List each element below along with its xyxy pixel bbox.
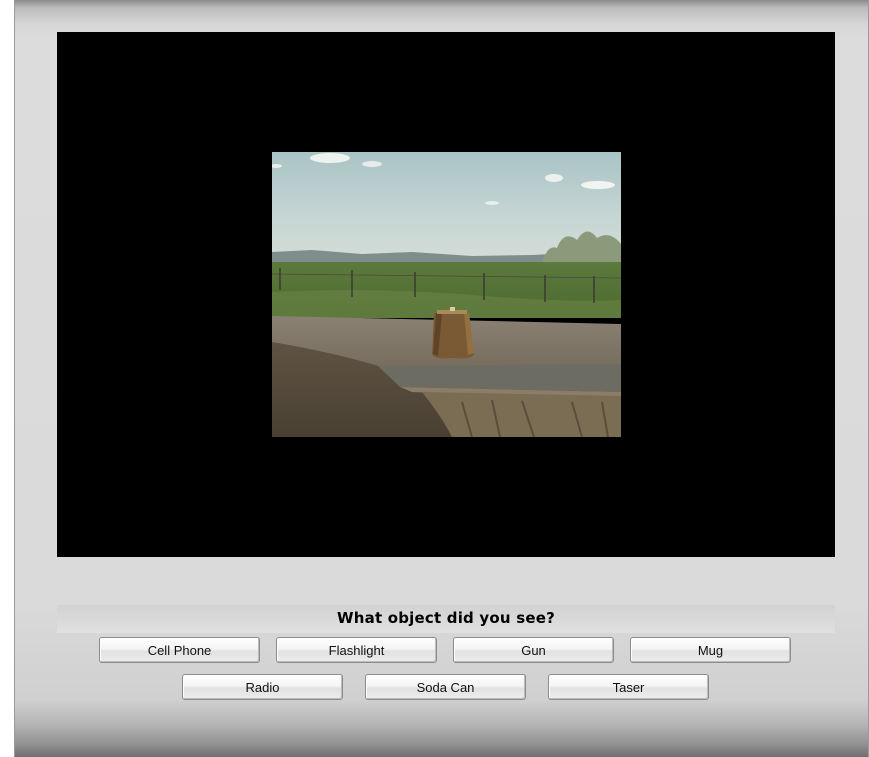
answer-button-cell-phone[interactable]: Cell Phone [99,637,260,663]
question-text: What object did you see? [337,609,555,627]
answer-button-taser[interactable]: Taser [548,674,709,700]
stimulus-image [272,152,621,437]
answer-button-mug[interactable]: Mug [630,637,791,663]
answer-button-gun[interactable]: Gun [453,637,614,663]
answer-button-radio[interactable]: Radio [182,674,343,700]
answer-button-flashlight[interactable]: Flashlight [276,637,437,663]
answer-button-soda-can[interactable]: Soda Can [365,674,526,700]
